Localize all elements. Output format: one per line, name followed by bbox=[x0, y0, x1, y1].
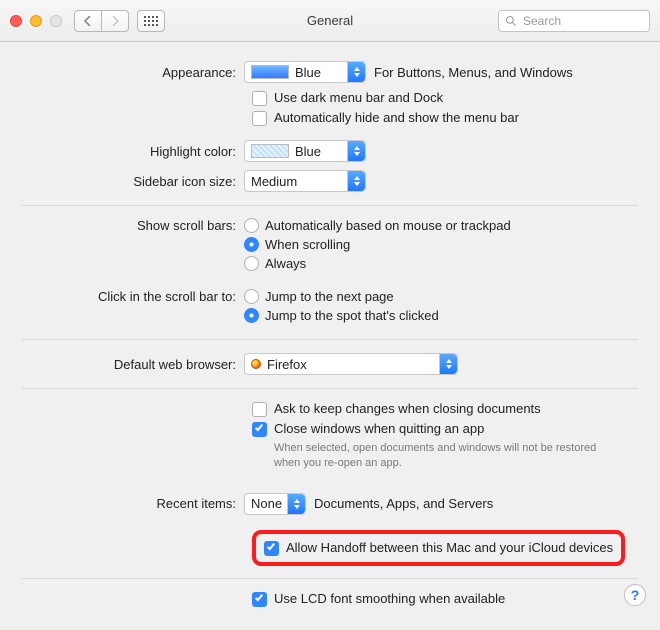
label-highlight: Highlight color: bbox=[22, 144, 244, 159]
click-spot-radio[interactable]: Jump to the spot that's clicked bbox=[244, 308, 638, 323]
zoom-window-button bbox=[50, 15, 62, 27]
recent-items-popup[interactable]: None bbox=[244, 493, 306, 515]
dark-menubar-checkbox[interactable]: Use dark menu bar and Dock bbox=[252, 90, 638, 106]
search-icon bbox=[505, 15, 517, 27]
label-appearance: Appearance: bbox=[22, 65, 244, 80]
dark-menubar-label: Use dark menu bar and Dock bbox=[274, 90, 443, 105]
label-clickscroll: Click in the scroll bar to: bbox=[22, 289, 244, 304]
popup-arrows-icon bbox=[439, 354, 457, 374]
sidebar-size-value: Medium bbox=[251, 174, 297, 189]
label-scrollbars: Show scroll bars: bbox=[22, 218, 244, 233]
chevron-right-icon bbox=[111, 16, 119, 26]
popup-arrows-icon bbox=[347, 141, 365, 161]
allow-handoff-checkbox[interactable]: Allow Handoff between this Mac and your … bbox=[264, 540, 613, 556]
firefox-icon bbox=[251, 359, 261, 369]
appearance-hint: For Buttons, Menus, and Windows bbox=[374, 65, 573, 80]
recent-items-suffix: Documents, Apps, and Servers bbox=[314, 496, 493, 511]
blue-swatch-icon bbox=[251, 65, 289, 79]
label-recent: Recent items: bbox=[22, 496, 244, 511]
scroll-always-radio[interactable]: Always bbox=[244, 256, 638, 271]
general-pane: Appearance: Blue For Buttons, Menus, and… bbox=[0, 42, 660, 630]
close-window-button[interactable] bbox=[10, 15, 22, 27]
radio-icon bbox=[244, 308, 259, 323]
scroll-when-label: When scrolling bbox=[265, 237, 350, 252]
default-browser-value: Firefox bbox=[267, 357, 307, 372]
scroll-always-label: Always bbox=[265, 256, 306, 271]
label-sidebar: Sidebar icon size: bbox=[22, 174, 244, 189]
checkbox-icon bbox=[252, 91, 267, 106]
chevron-left-icon bbox=[84, 16, 92, 26]
autohide-menubar-checkbox[interactable]: Automatically hide and show the menu bar bbox=[252, 110, 638, 126]
close-windows-label: Close windows when quitting an app bbox=[274, 421, 484, 436]
close-windows-hint: When selected, open documents and window… bbox=[252, 441, 612, 471]
popup-arrows-icon bbox=[287, 494, 305, 514]
lcd-smoothing-label: Use LCD font smoothing when available bbox=[274, 591, 505, 606]
allow-handoff-label: Allow Handoff between this Mac and your … bbox=[286, 540, 613, 555]
highlight-popup[interactable]: Blue bbox=[244, 140, 366, 162]
show-all-button[interactable] bbox=[137, 10, 165, 32]
divider bbox=[22, 205, 638, 206]
radio-icon bbox=[244, 256, 259, 271]
radio-icon bbox=[244, 218, 259, 233]
help-button[interactable]: ? bbox=[624, 584, 646, 606]
forward-button[interactable] bbox=[101, 10, 129, 32]
ask-changes-checkbox[interactable]: Ask to keep changes when closing documen… bbox=[252, 401, 638, 417]
recent-items-value: None bbox=[251, 496, 282, 511]
radio-icon bbox=[244, 289, 259, 304]
default-browser-popup[interactable]: Firefox bbox=[244, 353, 458, 375]
help-icon: ? bbox=[631, 587, 640, 603]
checkbox-icon bbox=[264, 541, 279, 556]
grid-icon bbox=[144, 16, 158, 26]
close-windows-checkbox[interactable]: Close windows when quitting an app bbox=[252, 421, 638, 437]
nav-buttons bbox=[74, 10, 129, 32]
scroll-auto-radio[interactable]: Automatically based on mouse or trackpad bbox=[244, 218, 638, 233]
divider bbox=[22, 339, 638, 340]
back-button[interactable] bbox=[74, 10, 102, 32]
lcd-smoothing-checkbox[interactable]: Use LCD font smoothing when available bbox=[252, 591, 638, 607]
search-placeholder: Search bbox=[523, 14, 561, 28]
divider bbox=[22, 578, 638, 579]
search-field[interactable]: Search bbox=[498, 10, 650, 32]
popup-arrows-icon bbox=[347, 62, 365, 82]
radio-icon bbox=[244, 237, 259, 252]
scroll-auto-label: Automatically based on mouse or trackpad bbox=[265, 218, 511, 233]
click-next-label: Jump to the next page bbox=[265, 289, 394, 304]
ask-changes-label: Ask to keep changes when closing documen… bbox=[274, 401, 541, 416]
window-controls bbox=[10, 15, 62, 27]
appearance-popup[interactable]: Blue bbox=[244, 61, 366, 83]
checkbox-icon bbox=[252, 111, 267, 126]
autohide-menubar-label: Automatically hide and show the menu bar bbox=[274, 110, 519, 125]
handoff-highlight: Allow Handoff between this Mac and your … bbox=[252, 530, 625, 566]
label-browser: Default web browser: bbox=[22, 357, 244, 372]
toolbar: General Search bbox=[0, 0, 660, 42]
checkbox-icon bbox=[252, 592, 267, 607]
popup-arrows-icon bbox=[347, 171, 365, 191]
highlight-swatch-icon bbox=[251, 144, 289, 158]
click-next-radio[interactable]: Jump to the next page bbox=[244, 289, 638, 304]
divider bbox=[22, 388, 638, 389]
minimize-window-button[interactable] bbox=[30, 15, 42, 27]
highlight-value: Blue bbox=[295, 144, 321, 159]
click-spot-label: Jump to the spot that's clicked bbox=[265, 308, 439, 323]
checkbox-icon bbox=[252, 402, 267, 417]
checkbox-icon bbox=[252, 422, 267, 437]
appearance-value: Blue bbox=[295, 65, 321, 80]
sidebar-size-popup[interactable]: Medium bbox=[244, 170, 366, 192]
scroll-when-radio[interactable]: When scrolling bbox=[244, 237, 638, 252]
